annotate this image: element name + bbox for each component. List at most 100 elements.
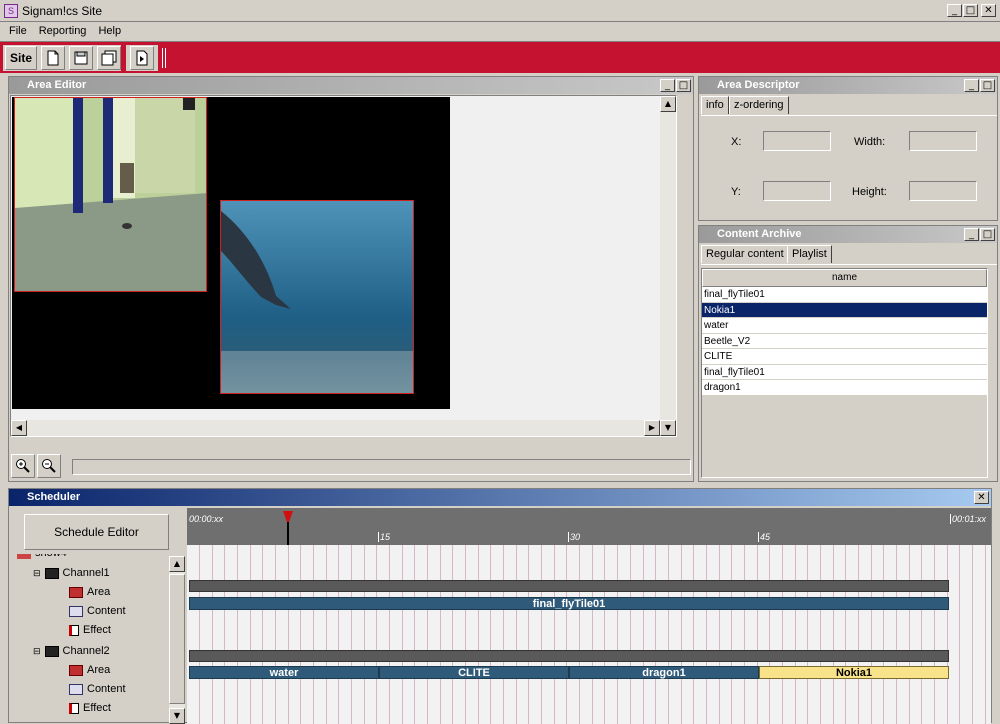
menu-file[interactable]: File	[9, 25, 27, 37]
app-title-bar: S Signam!cs Site _ □ ✕	[0, 0, 1000, 22]
channel2-clip-nokia1[interactable]: Nokia1	[759, 666, 949, 679]
menu-bar: File Reporting Help	[0, 22, 1000, 40]
zoom-out-icon[interactable]	[37, 454, 61, 478]
area-vscrollbar[interactable]: ▲ ▼	[660, 96, 676, 436]
video-area-dolphin[interactable]	[220, 200, 414, 394]
menu-reporting[interactable]: Reporting	[39, 25, 87, 37]
new-page-icon[interactable]	[41, 46, 65, 70]
timeline-gridline	[477, 545, 479, 724]
tree-scroll-thumb[interactable]	[169, 574, 185, 704]
tree-root[interactable]: show4	[17, 554, 67, 563]
timeline-gridline	[781, 545, 783, 724]
content-archive-minimize[interactable]: _	[964, 228, 979, 241]
menu-help[interactable]: Help	[98, 25, 121, 37]
tab-regular-content[interactable]: Regular content	[701, 245, 789, 263]
area-canvas-viewport: ▲ ▼ ◀ ▶	[10, 95, 677, 437]
timeline-gridline	[756, 545, 758, 724]
minimize-button[interactable]: _	[947, 4, 962, 17]
area-grid-icon	[69, 587, 83, 598]
tab-playlist[interactable]: Playlist	[787, 245, 832, 263]
channel-icon	[44, 568, 59, 579]
tab-z-ordering[interactable]: z-ordering	[729, 96, 789, 114]
tree-channel2-content[interactable]: Content	[69, 680, 126, 699]
close-button[interactable]: ✕	[981, 4, 996, 17]
y-field[interactable]	[763, 181, 831, 201]
tree-scroll-up-arrow[interactable]: ▲	[169, 556, 185, 572]
height-field[interactable]	[909, 181, 977, 201]
area-editor-minimize[interactable]: _	[660, 79, 675, 92]
channel1-clip[interactable]: final_flyTile01	[189, 597, 949, 610]
scroll-down-arrow[interactable]: ▼	[660, 420, 676, 436]
tree-channel2-effect[interactable]: Effect	[69, 699, 111, 718]
timeline-gridline	[224, 545, 226, 724]
timeline-gridline	[300, 545, 302, 724]
tree-view: show4 ⊟ Channel1 Area Content Effect ⊟ Cha…	[11, 554, 169, 724]
timeline-gridline	[237, 545, 238, 724]
content-list-item[interactable]: Beetle_V2	[702, 333, 987, 349]
timeline-gridline	[338, 545, 340, 724]
area-descriptor-minimize[interactable]: _	[964, 79, 979, 92]
scroll-left-arrow[interactable]: ◀	[11, 420, 27, 436]
area-descriptor-maximize[interactable]: □	[980, 79, 995, 92]
tab-info[interactable]: info	[701, 96, 729, 114]
channel2-clip-dragon1[interactable]: dragon1	[569, 666, 759, 679]
tree-scroll-down-arrow[interactable]: ▼	[169, 708, 185, 724]
content-list-item[interactable]: Nokia1	[702, 302, 987, 318]
maximize-button[interactable]: □	[963, 4, 978, 17]
timeline-gridline	[933, 545, 935, 724]
area-grid-icon	[69, 665, 83, 676]
content-archive-maximize[interactable]: □	[980, 228, 995, 241]
save-all-icon[interactable]	[97, 46, 121, 70]
scroll-right-arrow[interactable]: ▶	[644, 420, 660, 436]
tree-vscrollbar[interactable]: ▲ ▼	[169, 556, 185, 724]
tree-channel1-area[interactable]: Area	[69, 583, 110, 602]
tree-channel2-area[interactable]: Area	[69, 661, 110, 680]
channel1-area-track[interactable]	[189, 580, 949, 592]
app-icon: S	[4, 4, 18, 18]
timeline-gridline	[541, 545, 543, 724]
width-field[interactable]	[909, 131, 977, 151]
content-list-item[interactable]: CLITE	[702, 349, 987, 365]
tree-channel1-effect[interactable]: Effect	[69, 621, 111, 640]
timeline-gridline	[553, 545, 555, 724]
content-list-rows: final_flyTile01 Nokia1 water Beetle_V2 CLITE…	[702, 287, 987, 396]
timeline-gridline	[465, 545, 467, 724]
y-label: Y:	[731, 186, 741, 198]
content-list-item[interactable]: final_flyTile01	[702, 364, 987, 380]
tree-channel1-content[interactable]: Content	[69, 602, 126, 621]
timeline-gridline	[883, 545, 885, 724]
scheduler-panel: Scheduler ✕ Schedule Editor show4 ⊟ Chann…	[8, 488, 992, 724]
timeline-gridline	[807, 545, 809, 724]
timeline-gridline	[528, 545, 530, 724]
channel2-area-track[interactable]	[189, 650, 949, 662]
timeline-gridline	[389, 545, 390, 724]
content-list-item[interactable]: dragon1	[702, 380, 987, 396]
content-archive-title: Content Archive	[699, 226, 997, 243]
tree-channel2[interactable]: ⊟ Channel2	[33, 642, 110, 661]
schedule-editor-button[interactable]: Schedule Editor	[24, 514, 169, 550]
collapse-toggle-icon[interactable]: ⊟	[33, 642, 41, 661]
zoom-in-icon[interactable]	[11, 454, 35, 478]
area-editor-maximize[interactable]: □	[676, 79, 691, 92]
video-area-hallway[interactable]	[14, 97, 207, 292]
scroll-up-arrow[interactable]: ▲	[660, 96, 676, 112]
content-list-item[interactable]: final_flyTile01	[702, 287, 987, 303]
content-list-item[interactable]: water	[702, 318, 987, 334]
timeline-ruler[interactable]	[187, 508, 991, 545]
column-header-name[interactable]: name	[702, 269, 987, 287]
timeline-gridline	[604, 545, 606, 724]
save-icon[interactable]	[69, 46, 93, 70]
collapse-toggle-icon[interactable]: ⊟	[33, 564, 41, 583]
channel2-clip-water[interactable]: water	[189, 666, 379, 679]
x-field[interactable]	[763, 131, 831, 151]
publish-icon[interactable]	[130, 46, 154, 70]
area-status-field	[72, 459, 691, 475]
timeline-gridline	[667, 545, 669, 724]
site-button[interactable]: Site	[5, 46, 37, 70]
tree-channel1[interactable]: ⊟ Channel1	[33, 564, 110, 583]
width-label: Width:	[854, 136, 886, 148]
ruler-45-label: 45	[758, 532, 771, 542]
scheduler-close[interactable]: ✕	[974, 491, 989, 504]
area-hscrollbar[interactable]: ◀ ▶	[11, 420, 660, 436]
channel2-clip-clite[interactable]: CLITE	[379, 666, 569, 679]
